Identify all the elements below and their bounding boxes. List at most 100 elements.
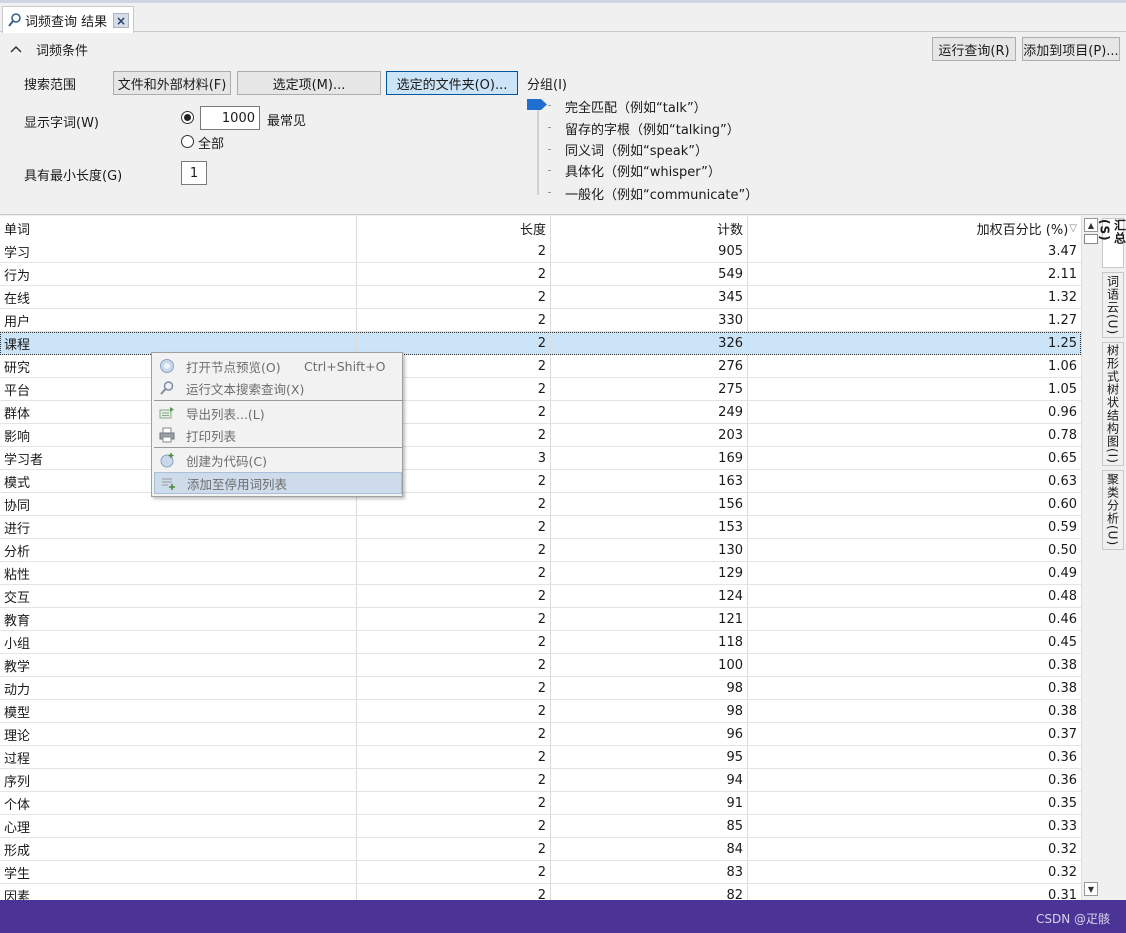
scope-selected-folders-button[interactable]: 选定的文件夹(O)...: [386, 71, 518, 95]
cell-weighted-percent: 0.32: [1048, 841, 1077, 857]
table-row[interactable]: 序列 2 94 0.36: [0, 769, 1081, 792]
cell-length: 2: [357, 654, 551, 676]
cell-weighted-percent: 1.32: [1048, 289, 1077, 305]
scroll-thumb[interactable]: [1084, 234, 1098, 244]
side-tab-tree-map[interactable]: 树形式树状结构图(I): [1102, 342, 1124, 466]
column-header-weighted-percent[interactable]: 加权百分比 (%) ▽: [748, 216, 1081, 240]
grouping-label: 分组(I): [527, 78, 567, 93]
scroll-down-icon[interactable]: ▼: [1084, 882, 1098, 896]
table-row[interactable]: 进行 2 153 0.59: [0, 516, 1081, 539]
grouping-option-generalizations[interactable]: 一般化（例如“communicate”）: [565, 184, 758, 203]
collapse-chevron-up-icon[interactable]: [8, 41, 24, 57]
cell-length: 2: [357, 884, 551, 900]
cell-word: 分析: [0, 539, 357, 561]
menu-item-open-node-preview[interactable]: 打开节点预览(O) Ctrl+Shift+O: [154, 355, 402, 377]
scroll-up-icon[interactable]: ▲: [1084, 218, 1098, 232]
table-row[interactable]: 因素 2 82 0.31: [0, 884, 1081, 900]
cell-word: 学生: [0, 861, 357, 883]
cell-count: 326: [551, 332, 748, 354]
scope-files-button[interactable]: 文件和外部材料(F): [113, 71, 231, 95]
side-tab-cluster-analysis[interactable]: 聚类分析(U): [1102, 470, 1124, 550]
cell-weighted-percent: 2.11: [1048, 266, 1077, 282]
cell-count: 130: [551, 539, 748, 561]
menu-item-create-as-code[interactable]: 创建为代码(C): [154, 449, 402, 471]
column-header-count[interactable]: 计数: [551, 216, 748, 240]
cell-count: 129: [551, 562, 748, 584]
cell-word: 学习: [0, 240, 357, 262]
cell-weighted-percent: 0.49: [1048, 565, 1077, 581]
create-code-icon: [158, 451, 176, 469]
table-row[interactable]: 心理 2 85 0.33: [0, 815, 1081, 838]
cell-word: 用户: [0, 309, 357, 331]
vertical-scrollbar[interactable]: ▲ ▼: [1081, 216, 1099, 900]
table-row[interactable]: 交互 2 124 0.48: [0, 585, 1081, 608]
slider-tick: [548, 149, 551, 150]
cell-count: 124: [551, 585, 748, 607]
table-row[interactable]: 小组 2 118 0.45: [0, 631, 1081, 654]
tab-title: 词频查询 结果: [25, 14, 108, 30]
table-row[interactable]: 理论 2 96 0.37: [0, 723, 1081, 746]
table-row[interactable]: 粘性 2 129 0.49: [0, 562, 1081, 585]
all-words-radio[interactable]: [181, 135, 194, 148]
table-row[interactable]: 模型 2 98 0.38: [0, 700, 1081, 723]
table-row[interactable]: 在线 2 345 1.32: [0, 286, 1081, 309]
table-row[interactable]: 教学 2 100 0.38: [0, 654, 1081, 677]
tab-word-frequency-results[interactable]: 词频查询 结果 ×: [2, 6, 134, 33]
cell-weighted-percent: 0.35: [1048, 795, 1077, 811]
menu-item-add-to-stopwords[interactable]: 添加至停用词列表: [154, 472, 402, 494]
table-row[interactable]: 动力 2 98 0.38: [0, 677, 1081, 700]
grouping-option-stemmed[interactable]: 留存的字根（例如“talking”）: [565, 119, 740, 138]
grouping-option-exact[interactable]: 完全匹配（例如“talk”）: [565, 97, 707, 116]
close-tab-icon[interactable]: ×: [113, 13, 129, 28]
cell-length: 2: [357, 309, 551, 331]
scope-selected-items-button[interactable]: 选定项(M)...: [237, 71, 381, 95]
table-row[interactable]: 行为 2 549 2.11: [0, 263, 1081, 286]
add-to-project-button[interactable]: 添加到项目(P)...: [1022, 37, 1120, 61]
cell-word: 在线: [0, 286, 357, 308]
table-row[interactable]: 学习 2 905 3.47: [0, 240, 1081, 263]
menu-item-run-text-search[interactable]: 运行文本搜索查询(X): [154, 377, 402, 399]
cell-length: 2: [357, 608, 551, 630]
table-row[interactable]: 分析 2 130 0.50: [0, 539, 1081, 562]
cell-weighted-percent: 1.06: [1048, 358, 1077, 374]
cell-word: 过程: [0, 746, 357, 768]
min-length-input[interactable]: 1: [181, 161, 207, 185]
display-count-input[interactable]: 1000: [200, 106, 260, 130]
table-row[interactable]: 形成 2 84 0.32: [0, 838, 1081, 861]
side-tab-summary[interactable]: 汇总(S): [1098, 218, 1126, 268]
cell-weighted-percent: 0.96: [1048, 404, 1077, 420]
slider-tick: [548, 127, 551, 128]
menu-separator: [154, 447, 402, 448]
cell-word: 心理: [0, 815, 357, 837]
grouping-option-synonyms[interactable]: 同义词（例如“speak”）: [565, 140, 708, 159]
table-row[interactable]: 过程 2 95 0.36: [0, 746, 1081, 769]
all-words-label: 全部: [198, 137, 225, 152]
context-menu: 打开节点预览(O) Ctrl+Shift+O 运行文本搜索查询(X) 导出列表.…: [151, 352, 403, 497]
cell-count: 163: [551, 470, 748, 492]
cell-length: 2: [357, 539, 551, 561]
grouping-slider-thumb[interactable]: [527, 99, 547, 110]
cell-count: 121: [551, 608, 748, 630]
cell-weighted-percent: 0.65: [1048, 450, 1077, 466]
menu-item-print-list[interactable]: 打印列表: [154, 424, 402, 446]
table-row[interactable]: 用户 2 330 1.27: [0, 309, 1081, 332]
side-tab-word-cloud[interactable]: 词语云(U): [1102, 272, 1124, 338]
query-icon: [8, 13, 21, 27]
menu-item-export-list[interactable]: 导出列表...(L): [154, 402, 402, 424]
slider-tick: [548, 192, 551, 193]
grouping-option-specializations[interactable]: 具体化（例如“whisper”）: [565, 161, 721, 180]
grouping-slider-track[interactable]: [537, 99, 539, 195]
most-frequent-radio[interactable]: [181, 111, 194, 124]
column-header-length[interactable]: 长度: [357, 216, 551, 240]
cell-length: 2: [357, 815, 551, 837]
watermark-text: CSDN @疋骸: [1035, 912, 1110, 926]
cell-count: 249: [551, 401, 748, 423]
cell-length: 2: [357, 677, 551, 699]
cell-weighted-percent: 0.63: [1048, 473, 1077, 489]
cell-weighted-percent: 0.45: [1048, 634, 1077, 650]
table-row[interactable]: 教育 2 121 0.46: [0, 608, 1081, 631]
table-row[interactable]: 学生 2 83 0.32: [0, 861, 1081, 884]
table-row[interactable]: 个体 2 91 0.35: [0, 792, 1081, 815]
column-header-word[interactable]: 单词: [0, 216, 357, 240]
run-query-button[interactable]: 运行查询(R): [932, 37, 1016, 61]
